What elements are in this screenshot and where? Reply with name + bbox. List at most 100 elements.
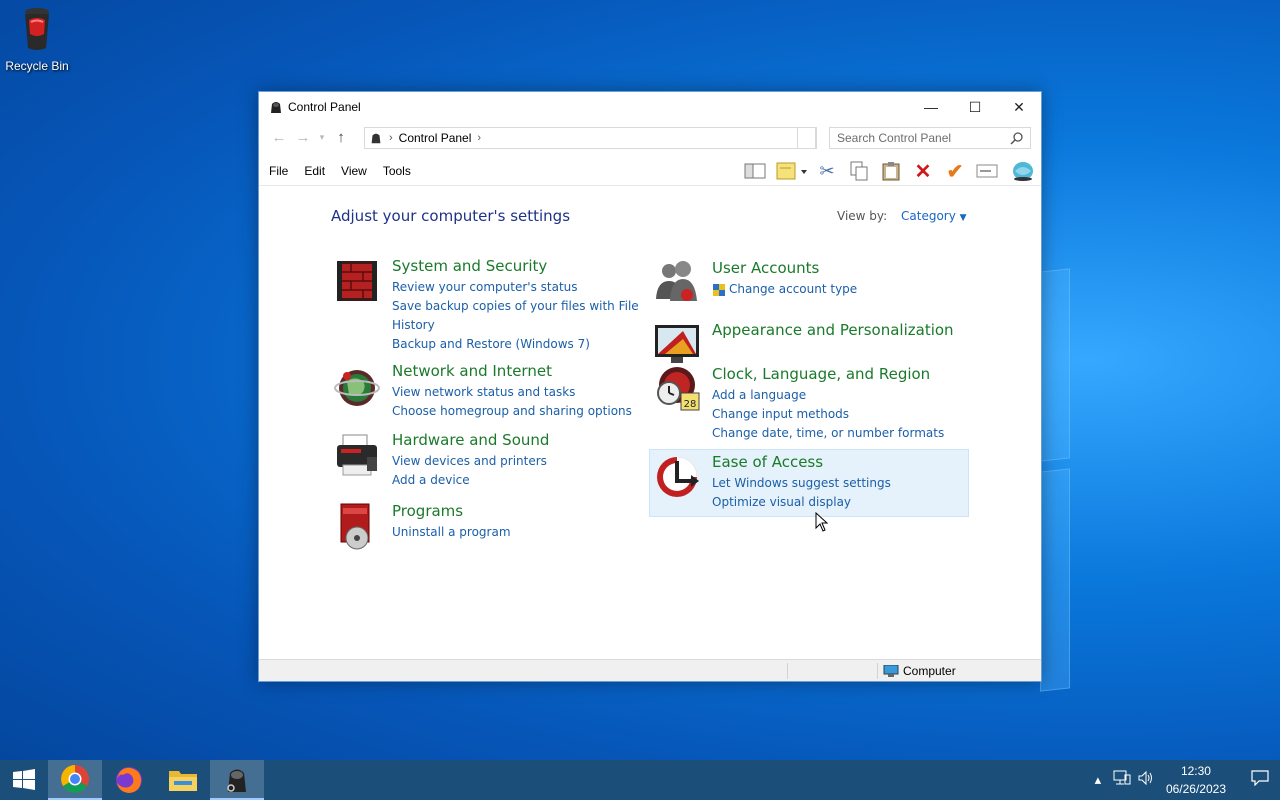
view-by-dropdown[interactable]: Category: [901, 209, 956, 223]
rename-button[interactable]: [973, 159, 1001, 183]
link-file-history-cont[interactable]: History: [392, 316, 639, 335]
close-button[interactable]: ✕: [997, 92, 1041, 122]
action-center-button[interactable]: [1240, 770, 1280, 790]
printer-icon: [337, 434, 377, 476]
link-backup-restore[interactable]: Backup and Restore (Windows 7): [392, 335, 639, 354]
menu-edit[interactable]: Edit: [304, 164, 325, 178]
scissors-icon: ✂: [819, 160, 835, 181]
minimize-button[interactable]: —: [909, 92, 953, 122]
link-change-account-type[interactable]: Change account type: [729, 280, 857, 299]
properties-button[interactable]: ✔: [941, 159, 969, 183]
volume-tray-button[interactable]: [1134, 770, 1158, 790]
taskbar-firefox[interactable]: [102, 760, 156, 800]
folder-icon: [169, 771, 197, 791]
category-links: View network status and tasks Choose hom…: [392, 383, 632, 421]
cut-button[interactable]: ✂: [813, 159, 841, 183]
view-by-label: View by:: [837, 209, 888, 223]
programs-box-icon: [340, 503, 370, 550]
show-hidden-icons-button[interactable]: ▴: [1086, 773, 1110, 788]
new-folder-button[interactable]: [773, 159, 809, 183]
back-arrow-icon: ←: [271, 128, 287, 146]
link-file-history[interactable]: Save backup copies of your files with Fi…: [392, 297, 639, 316]
forward-button[interactable]: →: [291, 125, 315, 149]
control-panel-icon: [227, 769, 246, 792]
link-input-methods[interactable]: Change input methods: [712, 405, 944, 424]
link-add-device[interactable]: Add a device: [392, 471, 547, 490]
menu-view[interactable]: View: [341, 164, 367, 178]
search-icon: [1010, 132, 1023, 145]
address-bar[interactable]: › Control Panel ›: [364, 127, 816, 149]
link-uninstall-program[interactable]: Uninstall a program: [392, 523, 511, 542]
chevron-up-icon: ▴: [1094, 772, 1102, 788]
checkmark-icon: ✔: [946, 160, 964, 183]
network-tray-button[interactable]: [1110, 770, 1134, 790]
recycle-bin-desktop-icon[interactable]: Recycle Bin: [4, 6, 70, 73]
window-title: Control Panel: [288, 100, 361, 114]
chrome-icon: [61, 765, 89, 793]
link-homegroup[interactable]: Choose homegroup and sharing options: [392, 402, 632, 421]
windows-logo-icon: [13, 769, 35, 790]
category-title[interactable]: Appearance and Personalization: [712, 321, 954, 339]
chevron-down-icon[interactable]: ▼: [960, 213, 967, 223]
speaker-icon: [1138, 770, 1152, 786]
maximize-button[interactable]: ☐: [953, 92, 997, 122]
category-links: Add a language Change input methods Chan…: [712, 386, 944, 443]
taskbar-clock[interactable]: 12:30 06/26/2023: [1166, 762, 1226, 798]
category-programs: Programs Uninstall a program: [333, 502, 643, 552]
control-panel-icon: [271, 102, 281, 113]
address-dropdown-button[interactable]: [797, 127, 817, 149]
paste-button[interactable]: [877, 159, 905, 183]
control-panel-small-icon: [371, 133, 381, 144]
breadcrumb-control-panel[interactable]: Control Panel: [399, 131, 472, 145]
link-review-status[interactable]: Review your computer's status: [392, 278, 639, 297]
menu-bar: File Edit View Tools: [259, 164, 427, 178]
menu-file[interactable]: File: [269, 164, 288, 178]
breadcrumb-chevron-icon[interactable]: ›: [477, 132, 481, 144]
menu-tools[interactable]: Tools: [383, 164, 411, 178]
breadcrumb-chevron-icon: ›: [389, 132, 393, 144]
category-system-and-security: System and Security Review your computer…: [333, 257, 643, 351]
taskbar-control-panel[interactable]: [210, 760, 264, 800]
category-title[interactable]: Network and Internet: [392, 362, 552, 380]
maximize-icon: ☐: [968, 98, 982, 115]
category-links: Change account type: [712, 280, 857, 299]
back-button[interactable]: ←: [267, 125, 291, 149]
globe-button[interactable]: [1009, 159, 1037, 183]
preview-pane-button[interactable]: [741, 159, 769, 183]
category-title[interactable]: System and Security: [392, 257, 547, 275]
delete-button[interactable]: ✕: [909, 159, 937, 183]
category-title[interactable]: Hardware and Sound: [392, 431, 549, 449]
minimize-icon: —: [924, 99, 938, 115]
taskbar-file-explorer[interactable]: [156, 760, 210, 800]
system-tray: ▴ 12:30 06/26/2023: [1086, 760, 1280, 800]
taskbar-chrome[interactable]: [48, 760, 102, 800]
title-bar[interactable]: Control Panel — ☐ ✕: [259, 92, 1041, 122]
notification-icon: [1251, 770, 1269, 787]
search-box[interactable]: Search Control Panel: [829, 127, 1031, 149]
up-arrow-icon: ↑: [337, 128, 345, 146]
category-clock-language-region: 28 Clock, Language, and Region Add a lan…: [653, 365, 963, 440]
link-devices-printers[interactable]: View devices and printers: [392, 452, 547, 471]
link-network-status[interactable]: View network status and tasks: [392, 383, 632, 402]
link-windows-suggest-settings[interactable]: Let Windows suggest settings: [712, 474, 891, 493]
category-title[interactable]: Programs: [392, 502, 463, 520]
category-title[interactable]: User Accounts: [712, 259, 819, 277]
link-date-time-formats[interactable]: Change date, time, or number formats: [712, 424, 944, 443]
recent-locations-button[interactable]: ▾: [315, 125, 329, 149]
copy-button[interactable]: [845, 159, 873, 183]
category-title[interactable]: Ease of Access: [712, 453, 823, 471]
monitor-appearance-icon: [655, 325, 699, 363]
category-title[interactable]: Clock, Language, and Region: [712, 365, 930, 383]
toolbar: ✂ ✕ ✔: [737, 159, 1037, 183]
link-add-language[interactable]: Add a language: [712, 386, 944, 405]
link-optimize-visual-display[interactable]: Optimize visual display: [712, 493, 891, 512]
link-change-account-type-row[interactable]: Change account type: [712, 280, 857, 299]
status-location-text: Computer: [903, 664, 956, 678]
category-links: View devices and printers Add a device: [392, 452, 547, 490]
category-ease-of-access[interactable]: Ease of Access Let Windows suggest setti…: [653, 453, 963, 509]
network-globe-icon: [334, 370, 380, 406]
recycle-bin-label: Recycle Bin: [5, 59, 69, 73]
uac-shield-icon: [713, 283, 725, 296]
start-button[interactable]: [0, 760, 48, 800]
up-button[interactable]: ↑: [329, 125, 353, 149]
